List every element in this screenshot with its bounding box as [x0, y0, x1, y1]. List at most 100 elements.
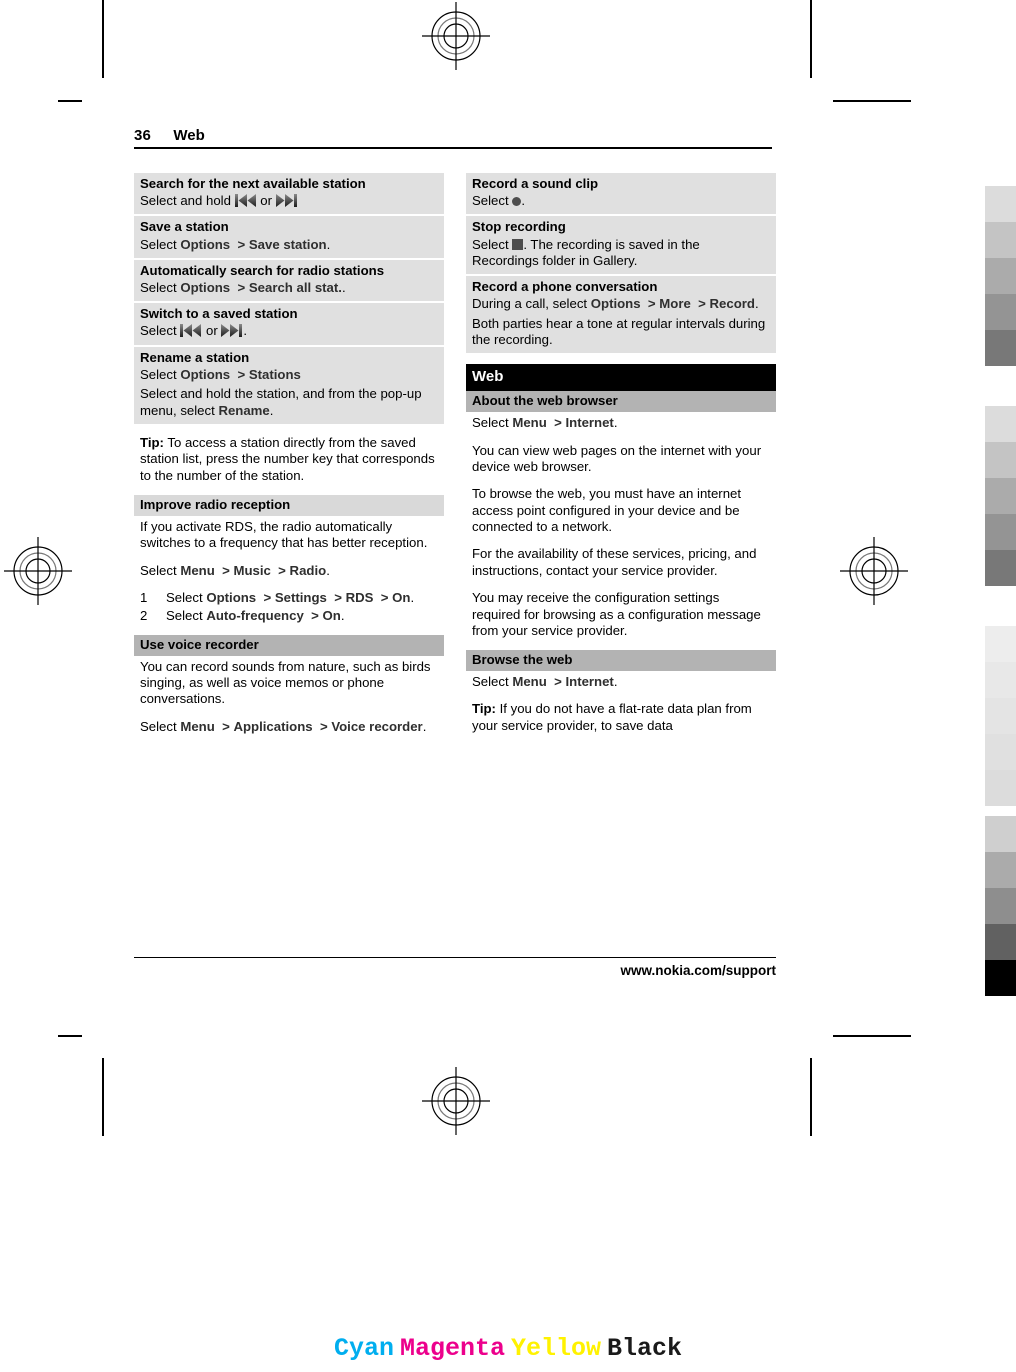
menu-separator: >	[698, 296, 706, 312]
manual-page: 36 Web Search for the next available sta…	[103, 101, 810, 1035]
ui-term-menu: Menu	[512, 674, 547, 690]
color-swatch	[985, 852, 1016, 888]
ui-term-options: Options	[590, 296, 641, 312]
color-swatch	[985, 294, 1016, 330]
improve-radio-paragraph: If you activate RDS, the radio automatic…	[140, 518, 428, 551]
about-browser-menu-path: Select Menu > Internet.	[472, 415, 618, 431]
ui-term-menu: Menu	[512, 415, 547, 431]
menu-separator: >	[647, 296, 656, 312]
radio-station-task-table: Search for the next available station Se…	[134, 173, 444, 424]
chapter-heading-web: Web	[466, 364, 776, 392]
color-swatch	[985, 888, 1016, 924]
step-text: Select Auto-frequency > On.	[166, 608, 345, 624]
section-heading-browse-the-web: Browse the web	[466, 650, 776, 672]
crop-mark-top-left-vertical	[102, 0, 104, 78]
cmyk-label-yellow: Yellow	[511, 1334, 602, 1363]
crop-mark-bottom-right-vertical	[810, 1058, 812, 1136]
section-heading-use-voice-recorder: Use voice recorder	[134, 634, 444, 656]
color-calibration-bar-group-2	[985, 406, 1016, 586]
step-text: Select Options > Settings > RDS > On.	[166, 589, 415, 605]
menu-separator: >	[237, 280, 246, 295]
cmyk-label-magenta: Magenta	[399, 1334, 505, 1363]
table-row: Save a station Select Options > Save sta…	[134, 216, 444, 260]
task-instruction: During a call, select Options > More > R…	[472, 296, 759, 312]
color-swatch	[985, 662, 1016, 698]
ui-term-music: Music	[233, 562, 271, 578]
table-row: Rename a station Select Options > Statio…	[134, 346, 444, 424]
select-prefix: Select	[472, 674, 513, 690]
step-item: 2 Select Auto-frequency > On.	[140, 608, 438, 624]
crop-mark-bottom-left-vertical	[102, 1058, 104, 1136]
menu-separator: >	[334, 589, 342, 605]
color-swatch	[985, 550, 1016, 586]
task-instruction-secondary: Select and hold the station, and from th…	[140, 386, 422, 418]
color-swatch	[985, 186, 1016, 222]
registration-mark-left	[2, 535, 74, 607]
menu-separator: >	[311, 608, 319, 624]
cmyk-color-label-strip: Cyan Magenta Yellow Black	[0, 1334, 1016, 1363]
crop-mark-top-right-horizontal	[833, 100, 911, 102]
ui-term-internet: Internet	[565, 674, 614, 690]
task-instruction: Select .	[472, 193, 525, 209]
improve-radio-menu-path: Select Menu > Music > Radio.	[140, 562, 330, 578]
ui-term-applications: Applications	[233, 718, 313, 734]
page-header: 36 Web	[134, 127, 772, 149]
ui-term-options: Options	[180, 236, 231, 252]
menu-separator: >	[278, 562, 286, 578]
browse-web-menu-path: Select Menu > Internet.	[472, 674, 618, 690]
color-swatch	[985, 330, 1016, 366]
table-row: Automatically search for radio stations …	[134, 259, 444, 304]
about-browser-paragraph-4: You may receive the configuration settin…	[472, 590, 761, 638]
color-swatch	[985, 698, 1016, 734]
table-row: Record a sound clip Select .	[466, 173, 776, 217]
menu-separator: >	[263, 589, 272, 605]
task-heading: Switch to a saved station	[140, 306, 298, 322]
crop-mark-top-right-vertical	[810, 0, 812, 78]
fast-forward-icon	[275, 194, 298, 208]
color-swatch	[985, 406, 1016, 442]
select-prefix: Select	[140, 562, 181, 578]
task-instruction-secondary: Both parties hear a tone at regular inte…	[472, 315, 766, 348]
task-instruction: Select and hold or	[140, 193, 438, 209]
color-swatch	[985, 442, 1016, 478]
table-row: Search for the next available station Se…	[134, 173, 444, 217]
color-swatch	[985, 626, 1016, 662]
menu-separator: >	[222, 718, 230, 734]
about-browser-paragraph-1: You can view web pages on the internet w…	[472, 442, 762, 474]
left-column: Search for the next available station Se…	[134, 173, 444, 746]
ui-term-radio: Radio	[289, 562, 327, 578]
cmyk-label-cyan: Cyan	[333, 1334, 394, 1363]
task-instruction: Select Options > Save station.	[140, 236, 331, 252]
ui-term-search-all-stat: Search all stat.	[248, 280, 342, 295]
table-row: Record a phone conversation During a cal…	[466, 276, 776, 354]
ui-term-more: More	[659, 296, 691, 312]
table-row: Switch to a saved station Select or .	[134, 303, 444, 347]
cmyk-label-black: Black	[607, 1334, 683, 1363]
tip-text: To access a station directly from the sa…	[140, 434, 435, 483]
color-swatch	[985, 258, 1016, 294]
voice-recorder-menu-path: Select Menu > Applications > Voice recor…	[140, 718, 427, 734]
color-swatch	[985, 816, 1016, 852]
color-swatch	[985, 770, 1016, 806]
ui-term-options: Options	[180, 366, 231, 382]
color-calibration-bar-group-4	[985, 816, 1016, 996]
menu-separator: >	[554, 674, 562, 690]
tip-text: If you do not have a flat-rate data plan…	[472, 701, 752, 733]
ui-term-menu: Menu	[180, 718, 215, 734]
right-column: Record a sound clip Select . Stop record…	[466, 173, 776, 746]
color-calibration-bar-group-3	[985, 626, 1016, 806]
tip-paragraph: Tip: To access a station directly from t…	[134, 435, 444, 484]
color-swatch	[985, 960, 1016, 996]
table-row: Stop recording Select . The recording is…	[466, 216, 776, 277]
task-heading: Rename a station	[140, 349, 250, 365]
ui-term-stations: Stations	[248, 366, 301, 382]
voice-recorder-task-table: Record a sound clip Select . Stop record…	[466, 173, 776, 354]
ui-term-menu: Menu	[180, 562, 215, 578]
task-heading: Record a phone conversation	[472, 279, 658, 295]
crop-mark-bottom-left-horizontal	[58, 1035, 82, 1037]
task-heading: Record a sound clip	[472, 176, 599, 191]
ui-term-voice-recorder: Voice recorder	[331, 718, 423, 734]
tip-label: Tip:	[140, 434, 164, 450]
task-instruction: Select or .	[140, 323, 248, 339]
